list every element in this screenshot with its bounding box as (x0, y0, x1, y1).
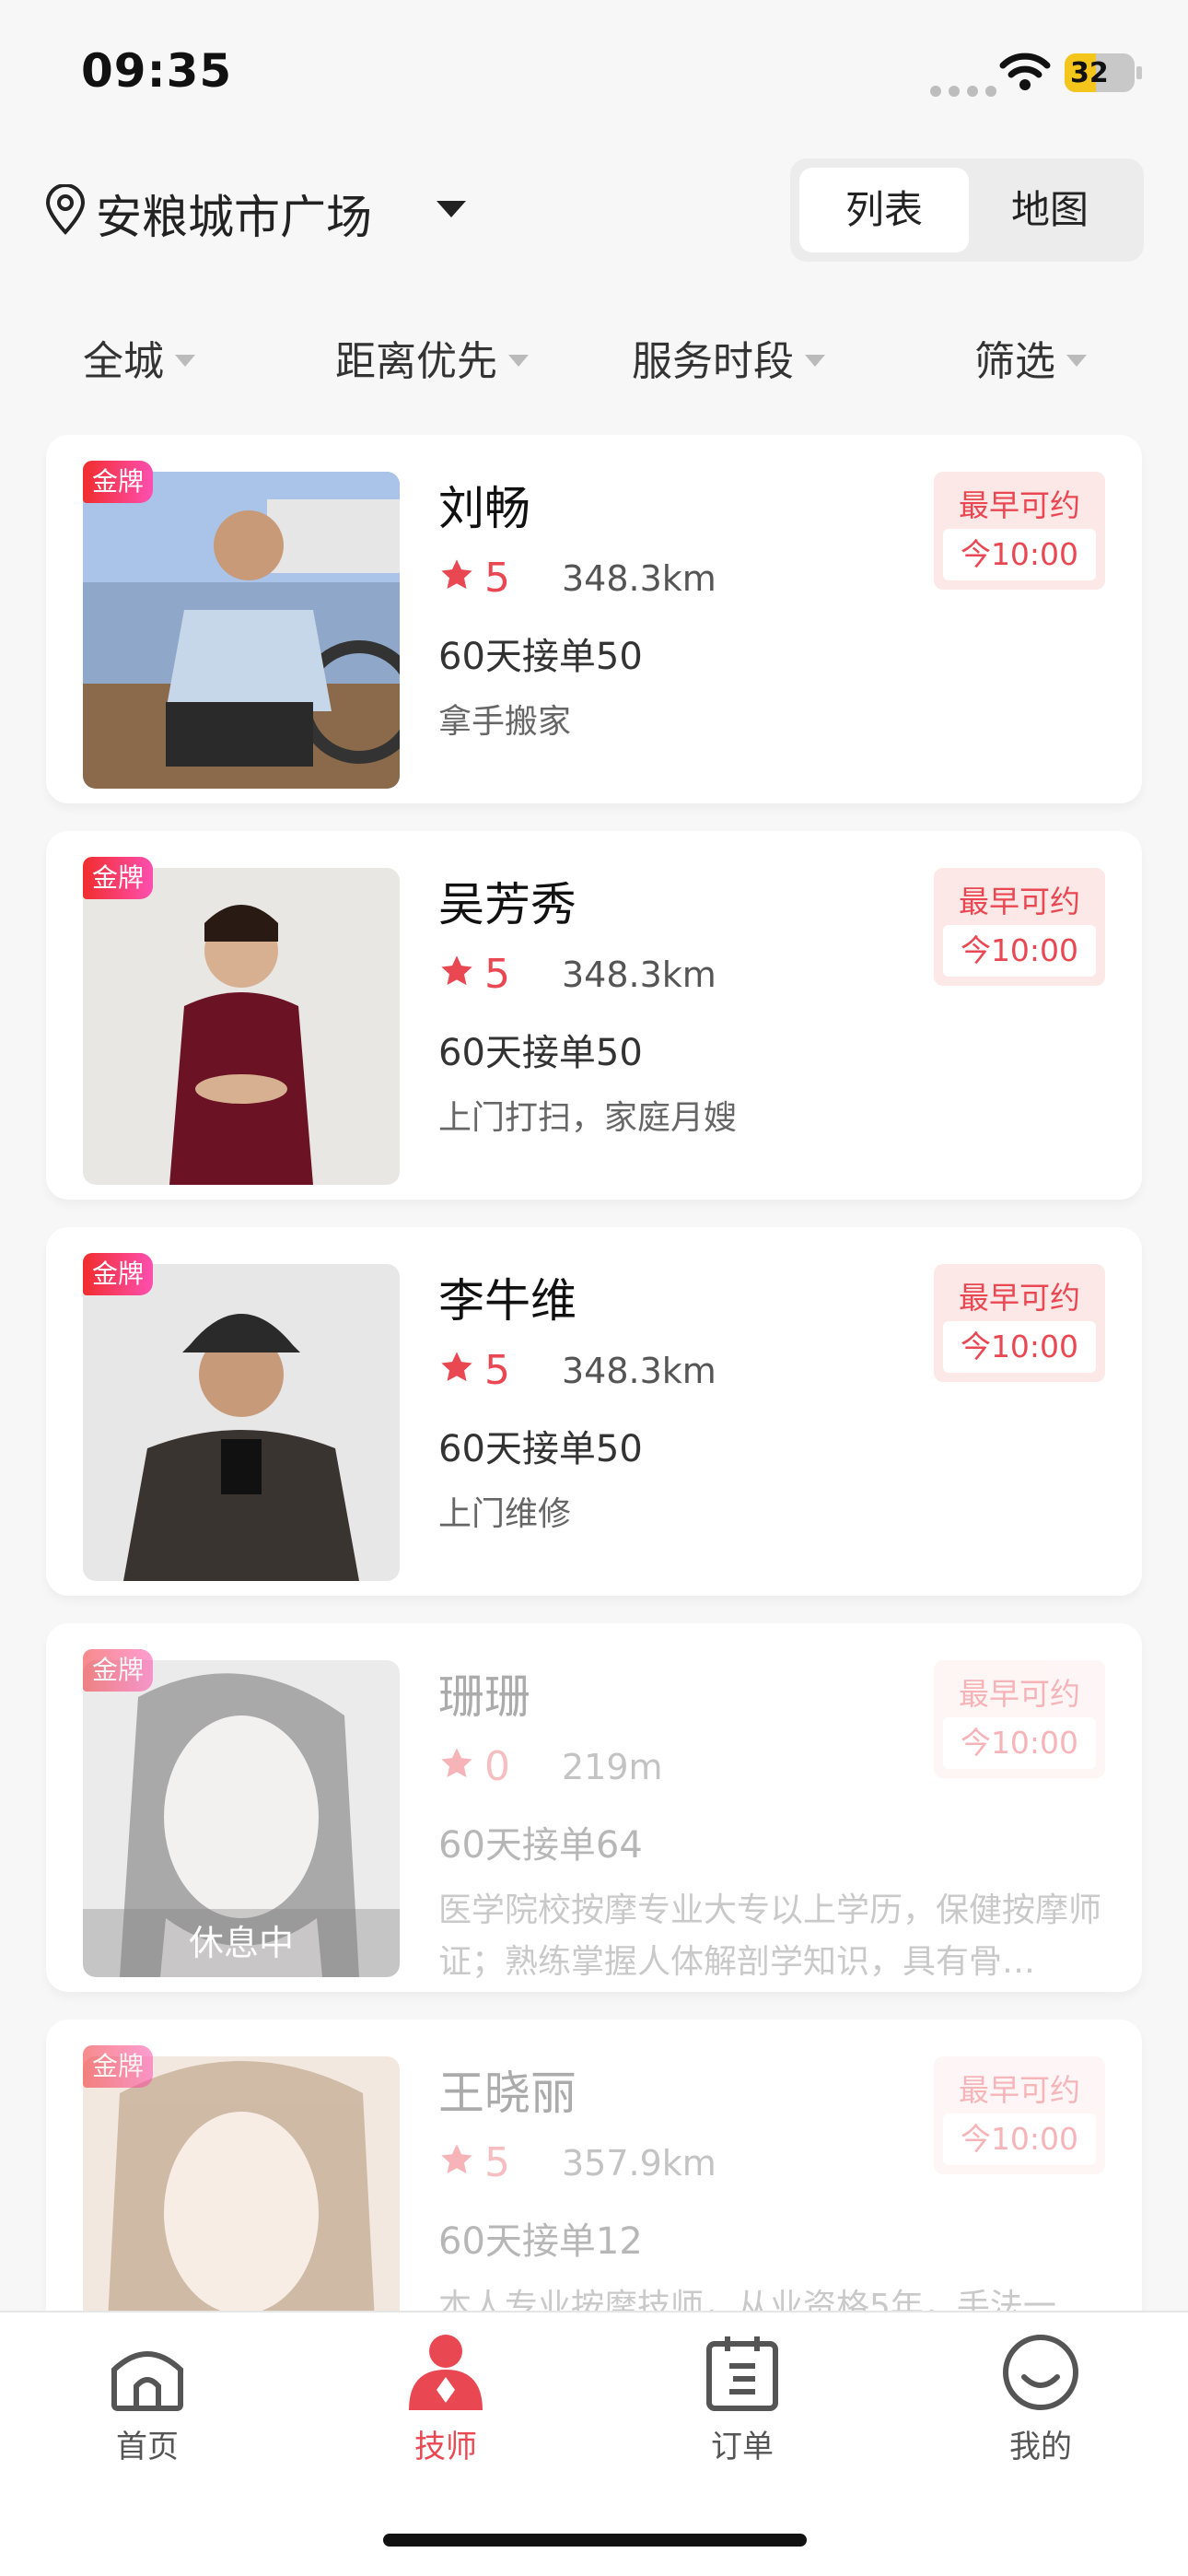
appointment-time: 今10:00 (943, 1717, 1096, 1769)
distance: 348.3km (562, 1351, 716, 1391)
gold-badge: 金牌 (83, 461, 153, 503)
filter-bar: 全城 距离优先 服务时段 筛选 (0, 313, 1188, 396)
earliest-appointment[interactable]: 最早可约 今10:00 (934, 2056, 1105, 2174)
gold-badge: 金牌 (83, 1649, 153, 1692)
appointment-label: 最早可约 (959, 1280, 1080, 1316)
caret-down-icon (175, 354, 195, 367)
technician-photo (83, 472, 400, 789)
tab-label: 技师 (414, 2429, 477, 2465)
location-dropdown-icon[interactable] (437, 201, 466, 217)
status-time: 09:35 (81, 44, 233, 98)
tab-label: 我的 (1009, 2429, 1072, 2465)
rating-score: 5 (484, 555, 510, 602)
location-pin-icon (45, 184, 86, 235)
technician-photo: 休息中 (83, 1660, 400, 1977)
service-description: 医学院校按摩专业大专以上学历，保健按摩师证；熟练掌握人体解剖学知识，具有骨… (438, 1891, 1102, 1981)
rating-score: 0 (484, 1743, 510, 1790)
service-description: 拿手搬家 (438, 703, 572, 741)
distance: 348.3km (562, 558, 716, 599)
rating-score: 5 (484, 951, 510, 998)
service-description: 上门打扫，家庭月嫂 (438, 1099, 738, 1137)
tab-home[interactable]: 首页 (55, 2333, 239, 2466)
earliest-appointment[interactable]: 最早可约 今10:00 (934, 472, 1105, 590)
star-icon (441, 1748, 472, 1778)
technician-card[interactable]: 金牌 刘畅 5 348.3km 60天接单50 拿手搬家 最早可约 今10:00 (46, 435, 1142, 803)
rating-score: 5 (484, 1347, 510, 1394)
technician-photo (83, 868, 400, 1185)
map-view-button[interactable]: 地图 (965, 168, 1135, 252)
service-description: 上门维修 (438, 1495, 572, 1533)
gold-badge: 金牌 (83, 1253, 153, 1295)
tab-label: 订单 (711, 2429, 774, 2465)
technician-card[interactable]: 休息中 金牌 珊珊 0 219m 60天接单64 医学院校按摩专业大专以上学历，… (46, 1623, 1142, 1992)
technician-icon (409, 2335, 483, 2410)
order-icon (706, 2336, 778, 2411)
star-icon (441, 2144, 472, 2174)
order-count: 60天接单50 (438, 636, 643, 678)
home-indicator[interactable] (383, 2534, 807, 2547)
filter-time-slot[interactable]: 服务时段 (632, 328, 825, 387)
order-count: 60天接单50 (438, 1032, 643, 1074)
filter-more[interactable]: 筛选 (974, 328, 1087, 387)
appointment-time: 今10:00 (943, 925, 1096, 977)
technician-name: 李牛维 (438, 1274, 577, 1328)
earliest-appointment[interactable]: 最早可约 今10:00 (934, 1660, 1105, 1778)
star-icon (441, 1352, 472, 1382)
appointment-label: 最早可约 (959, 1676, 1080, 1712)
caret-down-icon (1066, 354, 1087, 367)
earliest-appointment[interactable]: 最早可约 今10:00 (934, 1264, 1105, 1382)
tab-profile[interactable]: 我的 (949, 2333, 1133, 2466)
appointment-label: 最早可约 (959, 884, 1080, 919)
technician-name: 王晓丽 (438, 2067, 577, 2120)
star-icon (441, 559, 472, 590)
appointment-time: 今10:00 (943, 529, 1096, 580)
gold-badge: 金牌 (83, 857, 153, 899)
technician-card[interactable]: 金牌 吴芳秀 5 348.3km 60天接单50 上门打扫，家庭月嫂 最早可约 … (46, 831, 1142, 1200)
tab-label: 首页 (116, 2429, 179, 2465)
status-bar: 09:35 32 (0, 0, 1188, 147)
caret-down-icon (508, 354, 529, 367)
tab-technician[interactable]: 技师 (354, 2333, 538, 2466)
battery-level: 32 (1070, 57, 1109, 89)
star-icon (441, 955, 472, 986)
order-count: 60天接单64 (438, 1824, 643, 1867)
distance: 219m (562, 1747, 663, 1787)
gold-badge: 金牌 (83, 2045, 153, 2088)
view-toggle: 列表 地图 (790, 158, 1144, 262)
technician-name: 吴芳秀 (438, 878, 577, 931)
earliest-appointment[interactable]: 最早可约 今10:00 (934, 868, 1105, 986)
technician-photo (83, 1264, 400, 1581)
appointment-label: 最早可约 (959, 487, 1080, 523)
wifi-icon (999, 53, 1051, 90)
location-selector[interactable]: 安粮城市广场 (96, 181, 372, 247)
appointment-time: 今10:00 (943, 1321, 1096, 1373)
home-icon (111, 2351, 183, 2411)
header: 安粮城市广场 列表 地图 (0, 147, 1188, 276)
caret-down-icon (805, 354, 825, 367)
technician-name: 刘畅 (438, 482, 530, 535)
distance: 357.9km (562, 2143, 716, 2184)
filter-city[interactable]: 全城 (83, 328, 195, 387)
technician-name: 珊珊 (438, 1670, 530, 1724)
tab-orders[interactable]: 订单 (650, 2333, 834, 2466)
technician-card[interactable]: 金牌 李牛维 5 348.3km 60天接单50 上门维修 最早可约 今10:0… (46, 1227, 1142, 1596)
list-view-button[interactable]: 列表 (799, 168, 969, 252)
battery-icon: 32 (1065, 53, 1142, 92)
order-count: 60天接单12 (438, 2220, 643, 2263)
appointment-label: 最早可约 (959, 2072, 1080, 2108)
distance: 348.3km (562, 954, 716, 995)
appointment-time: 今10:00 (943, 2113, 1096, 2165)
profile-icon (1003, 2335, 1078, 2410)
signal-icon (930, 83, 1004, 100)
order-count: 60天接单50 (438, 1428, 643, 1470)
technician-list-page: 09:35 32 安粮城市广场 列表 地图 全城 距离优先 服务时段 筛选 金牌… (0, 0, 1188, 2576)
filter-distance[interactable]: 距离优先 (335, 328, 529, 387)
rating-score: 5 (484, 2139, 510, 2186)
resting-label: 休息中 (83, 1909, 400, 1977)
